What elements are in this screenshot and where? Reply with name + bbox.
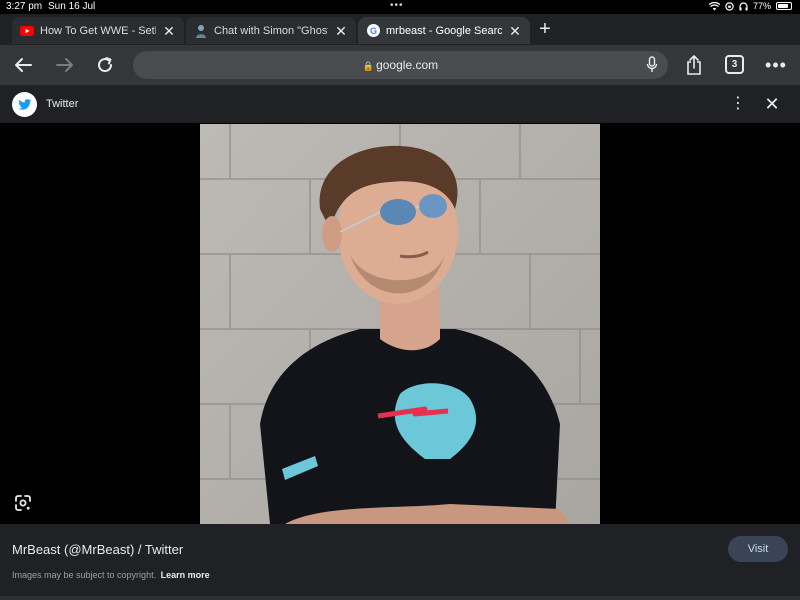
reload-button[interactable] <box>92 53 118 77</box>
twitter-logo-icon <box>12 92 37 117</box>
learn-more-link[interactable]: Learn more <box>161 570 210 580</box>
url-display: 🔒 google.com <box>133 58 668 72</box>
tab-title: mrbeast - Google Search <box>386 24 502 37</box>
back-button[interactable] <box>10 53 36 77</box>
status-bar: 3:27 pm Sun 16 Jul ••• 77% <box>0 0 800 14</box>
share-icon <box>687 55 701 75</box>
copyright-notice: Images may be subject to copyright. Lear… <box>12 570 210 580</box>
forward-button[interactable] <box>52 53 78 77</box>
multitasking-dots-icon[interactable]: ••• <box>390 0 404 11</box>
result-image[interactable] <box>200 124 600 524</box>
image-viewer-header: Twitter ⋮ ✕ <box>0 85 800 123</box>
headphones-icon <box>739 1 748 10</box>
image-preview-area <box>0 123 800 524</box>
tab-bar: How To Get WWE - Seth ✕ Chat with Simon … <box>0 14 800 45</box>
tab-youtube[interactable]: How To Get WWE - Seth ✕ <box>12 17 184 44</box>
svg-text:G: G <box>369 26 376 36</box>
url-text: google.com <box>376 58 439 72</box>
status-date: Sun 16 Jul <box>48 1 96 12</box>
new-tab-icon[interactable]: + <box>536 19 554 39</box>
tab-title: How To Get WWE - Seth <box>40 24 156 37</box>
wifi-icon <box>708 1 720 10</box>
copyright-text: Images may be subject to copyright. <box>12 570 157 580</box>
image-viewer-footer: MrBeast (@MrBeast) / Twitter Visit Image… <box>0 524 800 600</box>
result-title-link[interactable]: MrBeast (@MrBeast) / Twitter <box>12 542 183 557</box>
google-lens-icon[interactable] <box>14 494 32 512</box>
orientation-lock-icon <box>725 1 734 11</box>
battery-icon <box>776 2 792 10</box>
browser-toolbar: 🔒 google.com 3 ••• <box>0 45 800 85</box>
google-icon: G <box>366 24 380 38</box>
more-options-icon[interactable]: ••• <box>763 53 789 77</box>
status-time: 3:27 pm <box>6 1 43 12</box>
visit-button[interactable]: Visit <box>728 536 788 562</box>
back-arrow-icon <box>15 58 32 72</box>
lock-icon: 🔒 <box>362 61 375 71</box>
close-tab-icon[interactable]: ✕ <box>508 24 522 38</box>
youtube-icon <box>20 24 34 38</box>
address-bar[interactable]: 🔒 google.com <box>133 51 668 79</box>
close-tab-icon[interactable]: ✕ <box>162 24 176 38</box>
close-tab-icon[interactable]: ✕ <box>334 24 348 38</box>
share-button[interactable] <box>681 53 707 77</box>
character-ai-icon <box>194 24 208 38</box>
tab-title: Chat with Simon "Ghost" <box>214 24 328 37</box>
viewer-close-icon[interactable]: ✕ <box>764 95 780 113</box>
viewer-menu-icon[interactable]: ⋮ <box>730 95 746 113</box>
reload-icon <box>98 57 113 73</box>
microphone-icon[interactable] <box>646 56 658 74</box>
footer-divider <box>0 596 800 600</box>
status-indicators: 77% <box>708 1 792 11</box>
battery-percent: 77% <box>752 1 771 11</box>
tab-google-search[interactable]: G mrbeast - Google Search ✕ <box>358 17 530 44</box>
source-name: Twitter <box>46 98 79 110</box>
forward-arrow-icon <box>56 58 73 72</box>
tab-switcher-button[interactable]: 3 <box>725 55 744 74</box>
tab-character-ai[interactable]: Chat with Simon "Ghost" ✕ <box>186 17 356 44</box>
